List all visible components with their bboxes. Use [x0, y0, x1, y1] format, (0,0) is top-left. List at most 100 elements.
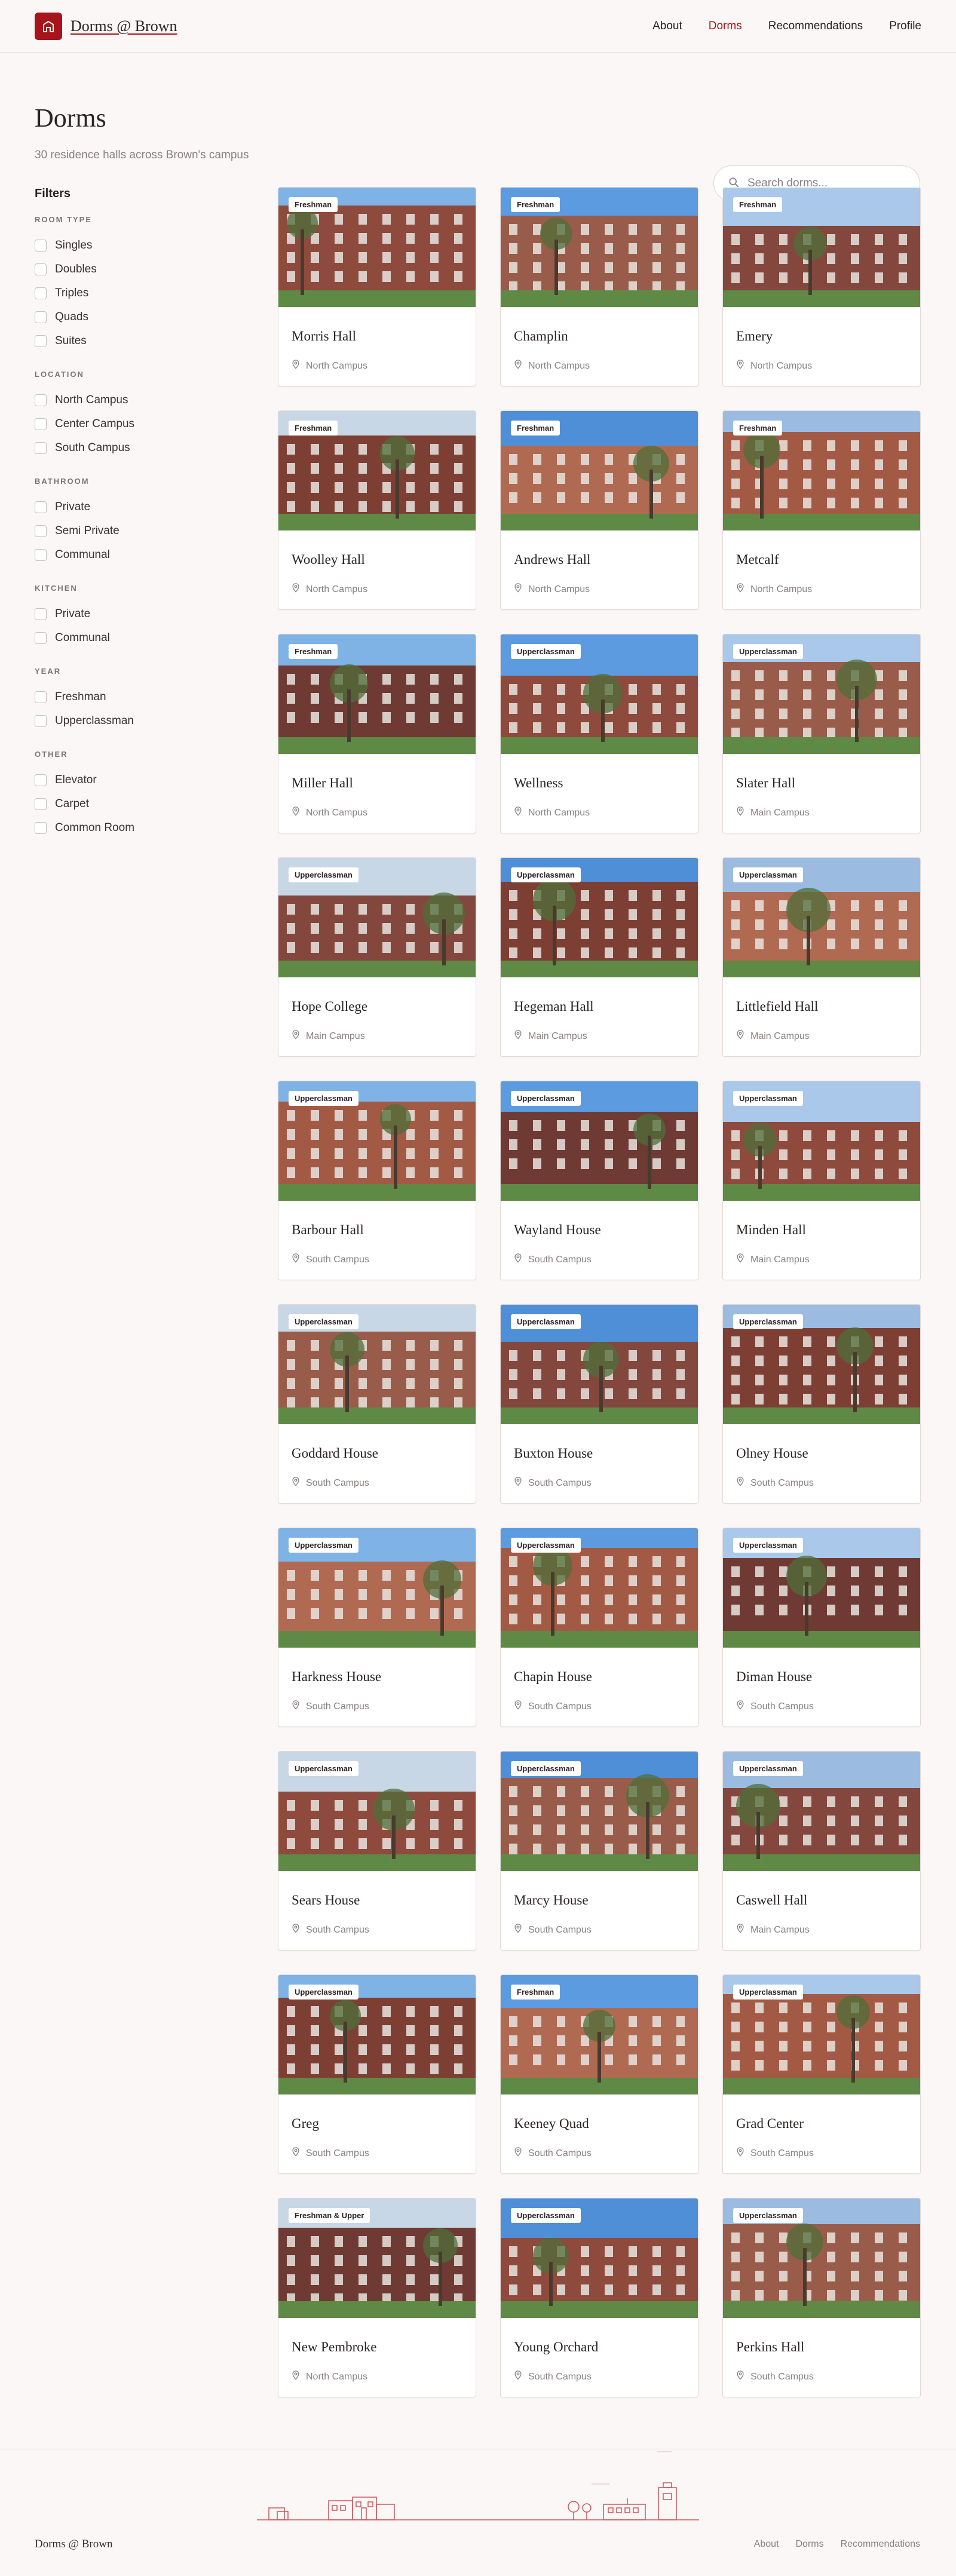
dorm-card[interactable]: Upperclassman Hegeman Hall Main Campus: [500, 857, 698, 1057]
year-badge: Upperclassman: [733, 1314, 803, 1329]
filter-checkbox[interactable]: [35, 335, 47, 347]
filter-checkbox[interactable]: [35, 501, 47, 513]
filter-option[interactable]: Private: [35, 495, 278, 519]
dorm-card[interactable]: Upperclassman Greg South Campus: [278, 1974, 476, 2174]
year-badge: Upperclassman: [289, 1538, 358, 1553]
dorm-card[interactable]: Freshman & Upper New Pembroke North Campus: [278, 2198, 476, 2397]
filter-checkbox[interactable]: [35, 311, 47, 323]
dorm-card[interactable]: Upperclassman Wayland House South Campus: [500, 1081, 698, 1280]
footer-brand[interactable]: Dorms @ Brown: [35, 2538, 112, 2551]
dorm-card[interactable]: Upperclassman Barbour Hall South Campus: [278, 1081, 476, 1280]
dorm-card[interactable]: Upperclassman Buxton House South Campus: [500, 1304, 698, 1504]
filter-option[interactable]: Upperclassman: [35, 709, 278, 733]
filter-option[interactable]: Doubles: [35, 257, 278, 281]
filter-option[interactable]: Center Campus: [35, 412, 278, 436]
filter-option[interactable]: Quads: [35, 305, 278, 329]
filter-option[interactable]: Elevator: [35, 768, 278, 792]
filter-option[interactable]: North Campus: [35, 388, 278, 412]
dorm-card[interactable]: Freshman Metcalf North Campus: [722, 410, 921, 610]
nav-recommendations[interactable]: Recommendations: [768, 20, 863, 33]
nav-dorms[interactable]: Dorms: [709, 20, 742, 33]
filter-option[interactable]: Singles: [35, 234, 278, 257]
dorm-card[interactable]: Upperclassman Slater Hall Main Campus: [722, 634, 921, 833]
filter-option-label: North Campus: [55, 394, 128, 406]
filter-checkbox[interactable]: [35, 798, 47, 810]
filter-checkbox[interactable]: [35, 442, 47, 454]
dorm-card[interactable]: Upperclassman Diman House South Campus: [722, 1528, 921, 1727]
filter-checkbox[interactable]: [35, 632, 47, 644]
dorm-card[interactable]: Upperclassman Olney House South Campus: [722, 1304, 921, 1504]
dorm-card[interactable]: Upperclassman Marcy House South Campus: [500, 1751, 698, 1951]
dorm-location: South Campus: [514, 2370, 685, 2383]
filter-checkbox[interactable]: [35, 263, 47, 275]
dorm-location: Main Campus: [736, 1253, 907, 1266]
dorm-card[interactable]: Upperclassman Young Orchard South Campus: [500, 2198, 698, 2397]
dorm-card[interactable]: Freshman Champlin North Campus: [500, 187, 698, 387]
map-pin-icon: [736, 806, 744, 819]
filter-option[interactable]: Suites: [35, 329, 278, 353]
dorm-card[interactable]: Upperclassman Minden Hall Main Campus: [722, 1081, 921, 1280]
footer-link-recommendations[interactable]: Recommendations: [841, 2539, 920, 2550]
map-pin-icon: [292, 1924, 300, 1936]
filter-option[interactable]: Carpet: [35, 792, 278, 816]
filter-checkbox[interactable]: [35, 715, 47, 727]
dorm-photo: Freshman: [723, 411, 920, 530]
dorm-card[interactable]: Freshman Keeney Quad South Campus: [500, 1974, 698, 2174]
dorm-card[interactable]: Upperclassman Wellness North Campus: [500, 634, 698, 833]
dorm-location: North Campus: [514, 360, 685, 372]
dorm-card[interactable]: Upperclassman Grad Center South Campus: [722, 1974, 921, 2174]
filter-option[interactable]: Freshman: [35, 685, 278, 709]
dorm-card[interactable]: Freshman Andrews Hall North Campus: [500, 410, 698, 610]
card-body: Hegeman Hall Main Campus: [501, 977, 698, 1042]
dorm-name: Keeney Quad: [514, 2116, 589, 2131]
dorm-card[interactable]: Upperclassman Harkness House South Campus: [278, 1528, 476, 1727]
filter-checkbox[interactable]: [35, 240, 47, 252]
footer-link-dorms[interactable]: Dorms: [795, 2539, 823, 2550]
dorm-card[interactable]: Upperclassman Perkins Hall South Campus: [722, 2198, 921, 2397]
footer-link-about[interactable]: About: [754, 2539, 779, 2550]
dorm-card[interactable]: Freshman Morris Hall North Campus: [278, 187, 476, 387]
filter-option[interactable]: South Campus: [35, 436, 278, 460]
brand[interactable]: Dorms @ Brown: [35, 12, 177, 40]
nav-profile[interactable]: Profile: [889, 20, 921, 33]
dorm-location: Main Campus: [736, 1030, 907, 1042]
nav-about[interactable]: About: [652, 20, 682, 33]
dorm-card[interactable]: Freshman Miller Hall North Campus: [278, 634, 476, 833]
filter-checkbox[interactable]: [35, 525, 47, 537]
dorm-card[interactable]: Upperclassman Sears House South Campus: [278, 1751, 476, 1951]
dorm-card[interactable]: Upperclassman Goddard House South Campus: [278, 1304, 476, 1504]
dorm-name: Champlin: [514, 329, 568, 344]
dorm-location-label: North Campus: [306, 584, 368, 594]
filter-checkbox[interactable]: [35, 608, 47, 620]
dorm-location-label: South Campus: [528, 1924, 592, 1935]
filter-option[interactable]: Common Room: [35, 816, 278, 840]
dorm-card[interactable]: Freshman Emery North Campus: [722, 187, 921, 387]
filter-option[interactable]: Communal: [35, 626, 278, 650]
filter-checkbox[interactable]: [35, 691, 47, 703]
filter-option[interactable]: Communal: [35, 543, 278, 567]
map-pin-icon: [736, 1030, 744, 1042]
year-badge: Freshman: [511, 197, 560, 212]
dorm-card[interactable]: Upperclassman Chapin House South Campus: [500, 1528, 698, 1727]
year-badge: Upperclassman: [289, 867, 358, 882]
dorm-card[interactable]: Upperclassman Hope College Main Campus: [278, 857, 476, 1057]
dorm-card[interactable]: Freshman Woolley Hall North Campus: [278, 410, 476, 610]
map-pin-icon: [736, 1477, 744, 1489]
filter-option[interactable]: Private: [35, 602, 278, 626]
filter-checkbox[interactable]: [35, 418, 47, 430]
filter-checkbox[interactable]: [35, 822, 47, 834]
filter-checkbox[interactable]: [35, 549, 47, 561]
filter-option[interactable]: Semi Private: [35, 519, 278, 543]
map-pin-icon: [514, 360, 522, 372]
filter-checkbox[interactable]: [35, 394, 47, 406]
filter-group: YEAR Freshman Upperclassman: [35, 667, 278, 733]
dorm-card[interactable]: Upperclassman Caswell Hall Main Campus: [722, 1751, 921, 1951]
filter-checkbox[interactable]: [35, 774, 47, 786]
dorm-card[interactable]: Upperclassman Littlefield Hall Main Campus: [722, 857, 921, 1057]
dorm-photo: Upperclassman: [278, 1305, 476, 1424]
filter-option[interactable]: Triples: [35, 281, 278, 305]
card-body: Grad Center South Campus: [723, 2094, 920, 2160]
dorm-name: Miller Hall: [292, 775, 353, 790]
filter-checkbox[interactable]: [35, 287, 47, 299]
card-body: Buxton House South Campus: [501, 1424, 698, 1489]
